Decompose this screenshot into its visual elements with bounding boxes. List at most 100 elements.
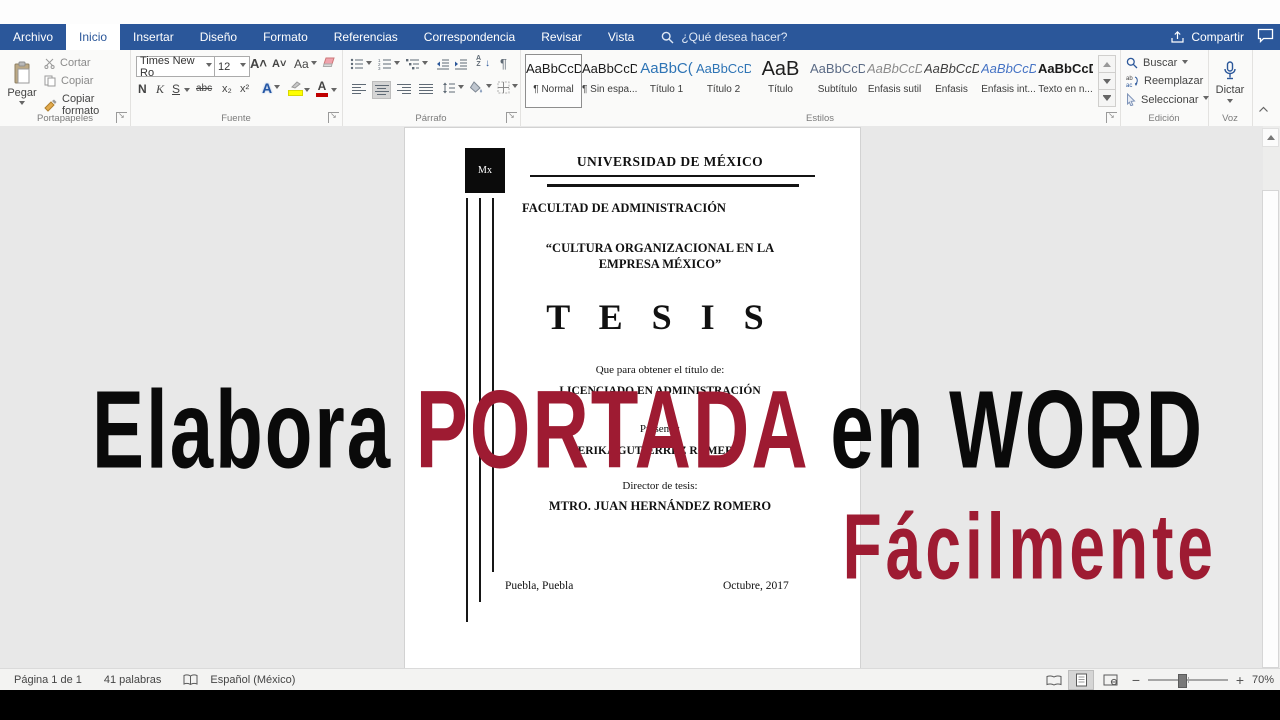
- highlight-button[interactable]: [288, 81, 303, 96]
- decrease-indent-button[interactable]: [436, 58, 450, 70]
- language-selector[interactable]: Español (México): [210, 674, 295, 686]
- overlay-text-black: Elabora: [92, 367, 416, 492]
- scissors-icon: [44, 58, 55, 69]
- tab-diseno[interactable]: Diseño: [187, 24, 250, 50]
- dialog-launcher-icon[interactable]: [506, 112, 517, 123]
- style-name: ¶ Sin espa...: [582, 84, 637, 95]
- style-titulo-1[interactable]: AaBbC(Título 1: [639, 55, 694, 105]
- dialog-launcher-icon[interactable]: [1106, 112, 1117, 123]
- style-subtitulo[interactable]: AaBbCcDSubtítulo: [810, 55, 865, 105]
- scroll-up-button[interactable]: [1262, 128, 1279, 147]
- dialog-launcher-icon[interactable]: [116, 112, 127, 123]
- sort-button[interactable]: A Z: [476, 56, 481, 68]
- clear-format-button[interactable]: [322, 56, 336, 68]
- change-case-button[interactable]: Aa: [294, 57, 317, 71]
- proofing-icon[interactable]: [183, 674, 198, 686]
- word-count[interactable]: 41 palabras: [104, 674, 162, 686]
- group-label-edicion: Edición: [1120, 113, 1208, 124]
- numbering-button[interactable]: 123: [378, 58, 400, 70]
- paste-button[interactable]: Pegar: [5, 54, 39, 114]
- view-read-mode-button[interactable]: [1042, 671, 1066, 689]
- page-count[interactable]: Página 1 de 1: [14, 674, 82, 686]
- tab-insertar[interactable]: Insertar: [120, 24, 187, 50]
- subscript-icon: x₂: [222, 83, 232, 95]
- tell-me-search[interactable]: ¿Qué desea hacer?: [661, 24, 787, 50]
- tab-correspondencia[interactable]: Correspondencia: [411, 24, 528, 50]
- overlay-caption-line1: Elabora PORTADA en WORD: [92, 374, 1204, 485]
- underline-dropdown-icon[interactable]: [184, 88, 190, 95]
- overlay-text-red: PORTADA: [416, 367, 807, 492]
- replace-button[interactable]: abac Reemplazar: [1126, 75, 1203, 87]
- style-sin-espaciado[interactable]: AaBbCcDc¶ Sin espa...: [582, 55, 637, 105]
- font-size-combo[interactable]: 12: [214, 56, 250, 77]
- tab-referencias[interactable]: Referencias: [321, 24, 411, 50]
- zoom-out-button[interactable]: −: [1132, 672, 1140, 688]
- shading-button[interactable]: [470, 81, 492, 94]
- vertical-scrollbar[interactable]: [1263, 126, 1280, 668]
- styles-scroll-down-button[interactable]: [1098, 72, 1116, 90]
- share-button[interactable]: Compartir: [1170, 24, 1244, 50]
- dropdown-arrow-icon: [394, 61, 400, 68]
- align-left-button[interactable]: [350, 81, 367, 97]
- align-center-button[interactable]: [372, 81, 391, 99]
- dropdown-arrow-icon: [422, 61, 428, 68]
- grow-font-button[interactable]: A˄: [250, 56, 267, 71]
- align-right-button[interactable]: [395, 81, 412, 97]
- subscript-button[interactable]: x₂: [222, 83, 232, 95]
- styles-scroll-up-button[interactable]: [1098, 55, 1116, 73]
- styles-more-button[interactable]: [1098, 89, 1116, 107]
- zoom-percentage[interactable]: 70%: [1252, 674, 1274, 686]
- copy-button[interactable]: Copiar: [44, 75, 93, 87]
- style-titulo-2[interactable]: AaBbCcDTítulo 2: [696, 55, 751, 105]
- italic-button[interactable]: K: [156, 82, 164, 97]
- cut-button[interactable]: Cortar: [44, 57, 91, 69]
- select-button[interactable]: Seleccionar: [1126, 93, 1209, 106]
- bullets-button[interactable]: [350, 58, 372, 70]
- style-titulo[interactable]: AaBTítulo: [753, 55, 808, 105]
- style-enfasis[interactable]: AaBbCcDtÉnfasis: [924, 55, 979, 105]
- tab-archivo[interactable]: Archivo: [0, 24, 66, 50]
- zoom-slider-thumb[interactable]: [1178, 674, 1187, 688]
- scrollbar-thumb[interactable]: [1262, 190, 1279, 668]
- cut-label: Cortar: [60, 57, 91, 69]
- strikethrough-button[interactable]: abc: [196, 83, 212, 94]
- zoom-in-button[interactable]: +: [1236, 672, 1244, 688]
- show-formatting-button[interactable]: ¶: [500, 56, 507, 71]
- text-effects-button[interactable]: A: [262, 80, 280, 96]
- tab-vista[interactable]: Vista: [595, 24, 647, 50]
- comments-icon[interactable]: [1257, 28, 1274, 43]
- font-color-dropdown-icon[interactable]: [331, 88, 337, 95]
- underline-button[interactable]: S: [172, 82, 180, 96]
- borders-button[interactable]: [497, 81, 518, 94]
- underline-icon: S: [172, 82, 180, 96]
- tab-inicio[interactable]: Inicio: [66, 24, 120, 50]
- zoom-slider-track[interactable]: [1148, 679, 1228, 681]
- collapse-ribbon-button[interactable]: [1258, 106, 1269, 113]
- multilevel-list-button[interactable]: [406, 58, 428, 70]
- find-button[interactable]: Buscar: [1126, 57, 1188, 69]
- letterbox-bar: [0, 690, 1280, 720]
- font-color-button[interactable]: A: [316, 79, 328, 97]
- view-print-layout-button[interactable]: [1068, 670, 1094, 690]
- bold-button[interactable]: N: [138, 82, 147, 96]
- justify-button[interactable]: [417, 81, 434, 97]
- tab-formato[interactable]: Formato: [250, 24, 321, 50]
- line-spacing-button[interactable]: [442, 82, 464, 94]
- dictate-button[interactable]: Dictar: [1212, 54, 1248, 112]
- shrink-font-button[interactable]: A˅: [272, 58, 286, 70]
- overlay-caption-line2: Fácilmente: [843, 500, 1217, 593]
- share-icon: [1170, 30, 1185, 44]
- dialog-launcher-icon[interactable]: [328, 112, 339, 123]
- style-enfasis-intenso[interactable]: AaBbCcDtÉnfasis int...: [981, 55, 1036, 105]
- superscript-button[interactable]: x²: [240, 83, 249, 95]
- font-family-combo[interactable]: Times New Ro: [136, 56, 216, 77]
- increase-indent-button[interactable]: [454, 58, 468, 70]
- dropdown-arrow-icon: [311, 61, 317, 68]
- tab-revisar[interactable]: Revisar: [528, 24, 595, 50]
- highlight-dropdown-icon[interactable]: [304, 88, 310, 95]
- style-texto-negrita[interactable]: AaBbCcDcTexto en n...: [1038, 55, 1093, 105]
- view-web-layout-button[interactable]: [1098, 671, 1122, 689]
- dropdown-arrow-icon: [1227, 99, 1233, 106]
- style-normal[interactable]: AaBbCcDc¶ Normal: [525, 54, 582, 108]
- style-enfasis-sutil[interactable]: AaBbCcDtÉnfasis sutil: [867, 55, 922, 105]
